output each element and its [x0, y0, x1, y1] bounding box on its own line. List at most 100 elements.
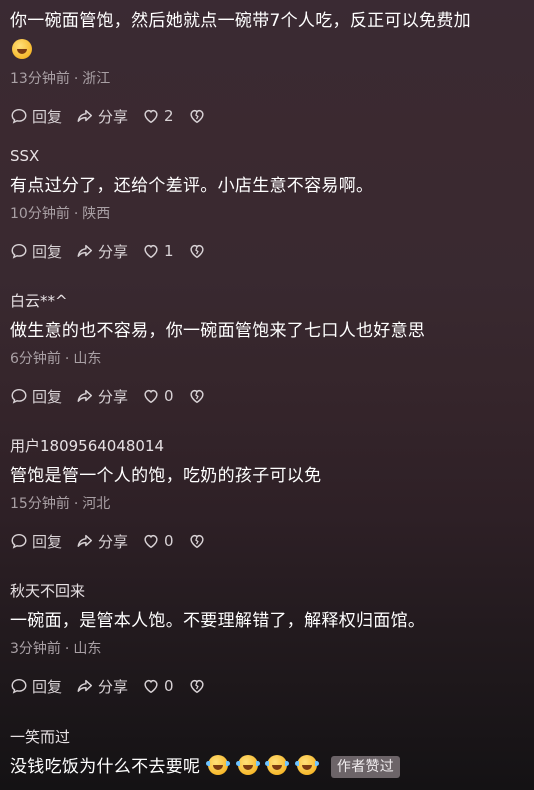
heart-icon: [144, 534, 158, 549]
share-label: 分享: [98, 532, 129, 551]
meta-separator: ·: [73, 206, 79, 222]
comment-text: 没钱吃饭为什么不去要呢: [10, 757, 201, 777]
meta-separator: ·: [64, 641, 70, 657]
share-button[interactable]: 分享: [76, 676, 128, 697]
comment-bubble-icon: [11, 108, 27, 124]
comment-bubble-icon: [11, 533, 27, 549]
grinning-face-emoji-icon: [12, 39, 32, 59]
comment-meta: 15分钟前 · 河北: [10, 493, 530, 515]
meta-separator: ·: [64, 351, 70, 367]
comment-item: 秋天不回来 一碗面，是管本人饱。不要理解错了，解释权归面馆。 3分钟前 · 山东 回…: [10, 580, 530, 698]
comment-bubble-icon: [11, 388, 27, 404]
heart-icon: [144, 109, 158, 124]
heart-icon: [144, 679, 158, 694]
share-button[interactable]: 分享: [76, 241, 128, 262]
dislike-button[interactable]: [188, 242, 206, 260]
like-count: 0: [164, 677, 174, 695]
comment-bubble-icon: [11, 678, 27, 694]
share-label: 分享: [98, 387, 129, 406]
reply-button[interactable]: 回复: [10, 676, 62, 697]
share-label: 分享: [98, 677, 129, 696]
comment-time: 13分钟前: [10, 71, 70, 87]
rolling-laughing-emoji-icon: [265, 755, 290, 775]
meta-separator: ·: [73, 496, 79, 512]
comment-actions: 回复 分享 0: [10, 674, 530, 698]
comment-location: 浙江: [82, 71, 111, 87]
comment-content: 一碗面，是管本人饱。不要理解错了，解释权归面馆。: [10, 611, 426, 631]
comment-content: 有点过分了，还给个差评。小店生意不容易啊。: [10, 176, 374, 196]
comment-time: 10分钟前: [10, 206, 70, 222]
comment-actions: 回复 分享 2: [10, 104, 530, 128]
reply-button[interactable]: 回复: [10, 106, 62, 127]
comment-content: 你一碗面管饱，然后她就点一碗带7个人吃，反正可以免费加: [10, 6, 530, 66]
like-button[interactable]: 0: [142, 387, 174, 405]
comment-time: 3分钟前: [10, 641, 61, 657]
comment-content: 管饱是管一个人的饱，吃奶的孩子可以免: [10, 466, 322, 486]
reply-label: 回复: [32, 242, 63, 261]
comment-actions: 回复 分享 0: [10, 384, 530, 408]
share-arrow-icon: [77, 389, 93, 402]
comment-item: 白云**^ 做生意的也不容易，你一碗面管饱来了七口人也好意思 6分钟前 · 山东 回…: [10, 290, 530, 408]
comment-time: 6分钟前: [10, 351, 61, 367]
share-arrow-icon: [77, 534, 93, 547]
share-label: 分享: [98, 242, 129, 261]
broken-heart-icon: [190, 679, 204, 694]
heart-icon: [144, 244, 158, 259]
share-button[interactable]: 分享: [76, 386, 128, 407]
share-label: 分享: [98, 107, 129, 126]
dislike-button[interactable]: [188, 107, 206, 125]
comment-bubble-icon: [11, 243, 27, 259]
dislike-button[interactable]: [188, 387, 206, 405]
comment-username[interactable]: 用户1809564048014: [10, 435, 530, 457]
like-count: 0: [164, 532, 174, 550]
comment-location: 山东: [73, 351, 102, 367]
reply-button[interactable]: 回复: [10, 241, 62, 262]
author-liked-badge: 作者赞过: [330, 756, 401, 778]
comment-item: 你一碗面管饱，然后她就点一碗带7个人吃，反正可以免费加 13分钟前 · 浙江 回复 …: [10, 6, 530, 128]
share-button[interactable]: 分享: [76, 106, 128, 127]
comment-item: 一笑而过 没钱吃饭为什么不去要呢 作者赞过: [10, 726, 530, 782]
comment-meta: 3分钟前 · 山东: [10, 638, 530, 660]
like-count: 0: [164, 387, 174, 405]
reply-label: 回复: [32, 532, 63, 551]
comment-username[interactable]: SSX: [10, 145, 530, 167]
reply-label: 回复: [32, 677, 63, 696]
broken-heart-icon: [190, 389, 204, 404]
comment-time: 15分钟前: [10, 496, 70, 512]
dislike-button[interactable]: [188, 532, 206, 550]
rolling-laughing-emoji-icon: [235, 755, 260, 775]
like-count: 1: [164, 242, 174, 260]
comment-item: 用户1809564048014 管饱是管一个人的饱，吃奶的孩子可以免 15分钟前…: [10, 435, 530, 553]
broken-heart-icon: [190, 244, 204, 259]
like-button[interactable]: 1: [142, 242, 174, 260]
comment-location: 山东: [73, 641, 102, 657]
comment-content: 做生意的也不容易，你一碗面管饱来了七口人也好意思: [10, 321, 426, 341]
comment-actions: 回复 分享 1: [10, 239, 530, 263]
comment-meta: 13分钟前 · 浙江: [10, 68, 530, 90]
dislike-button[interactable]: [188, 677, 206, 695]
reply-label: 回复: [32, 387, 63, 406]
comment-content: 没钱吃饭为什么不去要呢 作者赞过: [10, 752, 530, 782]
comment-meta: 6分钟前 · 山东: [10, 348, 530, 370]
comment-item: SSX 有点过分了，还给个差评。小店生意不容易啊。 10分钟前 · 陕西 回复 分享…: [10, 145, 530, 263]
comment-username[interactable]: 一笑而过: [10, 726, 530, 748]
rolling-laughing-emoji-icon: [206, 755, 231, 775]
share-arrow-icon: [77, 109, 93, 122]
reply-button[interactable]: 回复: [10, 531, 62, 552]
reply-label: 回复: [32, 107, 63, 126]
comment-text: 你一碗面管饱，然后她就点一碗带7个人吃，反正可以免费加: [10, 11, 471, 31]
share-button[interactable]: 分享: [76, 531, 128, 552]
like-button[interactable]: 0: [142, 532, 174, 550]
comment-username[interactable]: 秋天不回来: [10, 580, 530, 602]
heart-icon: [144, 389, 158, 404]
like-button[interactable]: 0: [142, 677, 174, 695]
like-count: 2: [164, 107, 174, 125]
broken-heart-icon: [190, 534, 204, 549]
share-arrow-icon: [77, 244, 93, 257]
comment-location: 陕西: [82, 206, 111, 222]
share-arrow-icon: [77, 679, 93, 692]
comment-username[interactable]: 白云**^: [10, 290, 530, 312]
like-button[interactable]: 2: [142, 107, 174, 125]
comment-meta: 10分钟前 · 陕西: [10, 203, 530, 225]
reply-button[interactable]: 回复: [10, 386, 62, 407]
